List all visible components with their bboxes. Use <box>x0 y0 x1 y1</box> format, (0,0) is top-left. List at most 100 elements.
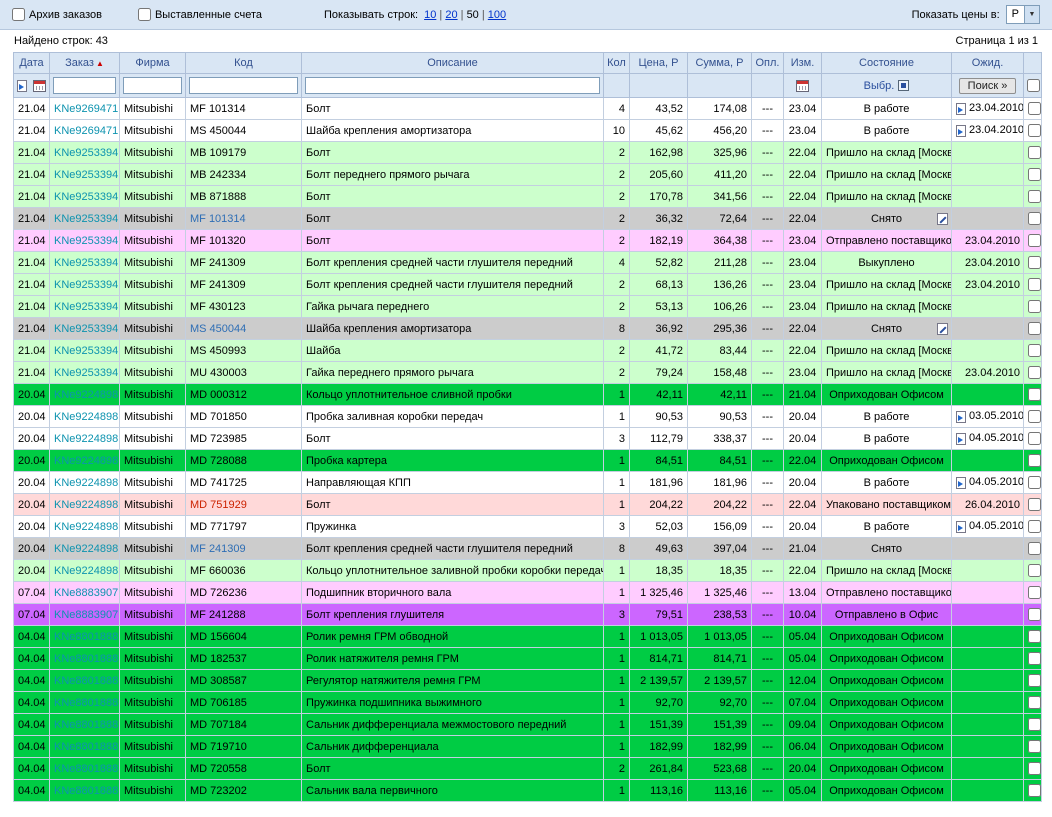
order-link[interactable]: KNe9253394 <box>54 323 118 335</box>
order-link[interactable]: KNe8801888 <box>54 631 118 643</box>
edit-icon[interactable] <box>937 323 948 335</box>
row-checkbox[interactable] <box>1028 212 1041 225</box>
mod-calendar-icon[interactable] <box>796 79 809 92</box>
row-checkbox[interactable] <box>1028 476 1041 489</box>
row-checkbox[interactable] <box>1028 498 1041 511</box>
row-checkbox[interactable] <box>1028 608 1041 621</box>
invoices-checkbox[interactable] <box>137 8 151 21</box>
order-link[interactable]: KNe9253394 <box>54 235 118 247</box>
col-header-sum[interactable]: Сумма, Р <box>687 52 752 74</box>
col-header-paid[interactable]: Опл. <box>751 52 784 74</box>
order-filter-input[interactable] <box>53 77 116 94</box>
order-link[interactable]: KNe9253394 <box>54 191 118 203</box>
row-checkbox[interactable] <box>1028 102 1041 115</box>
state-select-icon[interactable] <box>898 80 910 92</box>
row-checkbox[interactable] <box>1028 256 1041 269</box>
col-header-state[interactable]: Состояние <box>821 52 952 74</box>
col-header-date[interactable]: Дата <box>13 52 50 74</box>
row-checkbox[interactable] <box>1028 784 1041 797</box>
col-header-mod[interactable]: Изм. <box>783 52 822 74</box>
order-link[interactable]: KNe9224898 <box>54 433 118 445</box>
archive-orders-checkbox[interactable] <box>12 8 25 21</box>
row-checkbox[interactable] <box>1028 740 1041 753</box>
row-checkbox[interactable] <box>1028 344 1041 357</box>
order-link[interactable]: KNe8801888 <box>54 675 118 687</box>
row-checkbox[interactable] <box>1028 388 1041 401</box>
row-checkbox[interactable] <box>1028 366 1041 379</box>
row-checkbox[interactable] <box>1028 762 1041 775</box>
row-checkbox[interactable] <box>1028 322 1041 335</box>
edit-icon[interactable] <box>937 213 948 225</box>
row-checkbox[interactable] <box>1028 718 1041 731</box>
row-checkbox[interactable] <box>1028 564 1041 577</box>
order-link[interactable]: KNe8801888 <box>54 785 118 797</box>
order-link[interactable]: KNe9253394 <box>54 147 118 159</box>
row-checkbox[interactable] <box>1028 674 1041 687</box>
order-link[interactable]: KNe8801888 <box>54 697 118 709</box>
state-select-link[interactable]: Выбр. <box>864 80 895 92</box>
row-checkbox[interactable] <box>1028 652 1041 665</box>
row-checkbox[interactable] <box>1028 410 1041 423</box>
order-link[interactable]: KNe9253394 <box>54 257 118 269</box>
col-header-price[interactable]: Цена, Р <box>629 52 688 74</box>
code-link[interactable]: MF 241309 <box>190 543 246 555</box>
order-link[interactable]: KNe9224898 <box>54 389 118 401</box>
rows-per-page-option-10[interactable]: 10 <box>424 9 436 21</box>
row-checkbox[interactable] <box>1028 520 1041 533</box>
col-header-code[interactable]: Код <box>185 52 302 74</box>
row-checkbox[interactable] <box>1028 146 1041 159</box>
row-checkbox[interactable] <box>1028 696 1041 709</box>
order-link[interactable]: KNe9253394 <box>54 279 118 291</box>
select-all-checkbox[interactable] <box>1027 79 1040 92</box>
order-link[interactable]: KNe9253394 <box>54 169 118 181</box>
row-checkbox[interactable] <box>1028 586 1041 599</box>
row-checkbox[interactable] <box>1028 234 1041 247</box>
forward-doc-icon[interactable] <box>956 520 966 533</box>
order-link[interactable]: KNe9253394 <box>54 345 118 357</box>
order-link[interactable]: KNe9253394 <box>54 213 118 225</box>
order-link[interactable]: KNe8801888 <box>54 653 118 665</box>
code-filter-input[interactable] <box>189 77 298 94</box>
order-link[interactable]: KNe9269471 <box>54 125 118 137</box>
row-checkbox[interactable] <box>1028 630 1041 643</box>
order-link[interactable]: KNe8801888 <box>54 763 118 775</box>
forward-doc-icon[interactable] <box>956 476 966 489</box>
row-checkbox[interactable] <box>1028 278 1041 291</box>
order-link[interactable]: KNe9224898 <box>54 565 118 577</box>
order-link[interactable]: KNe8883907 <box>54 587 118 599</box>
code-link[interactable]: MF 101314 <box>190 213 246 225</box>
col-header-firm[interactable]: Фирма <box>119 52 186 74</box>
order-link[interactable]: KNe9224898 <box>54 543 118 555</box>
order-link[interactable]: KNe9269471 <box>54 103 118 115</box>
forward-doc-icon[interactable] <box>956 124 966 137</box>
forward-doc-icon[interactable] <box>956 102 966 115</box>
order-link[interactable]: KNe9253394 <box>54 301 118 313</box>
row-checkbox[interactable] <box>1028 454 1041 467</box>
col-header-wait[interactable]: Ожид. <box>951 52 1024 74</box>
row-checkbox[interactable] <box>1028 168 1041 181</box>
order-link[interactable]: KNe8801888 <box>54 741 118 753</box>
code-link[interactable]: MS 450044 <box>190 323 246 335</box>
search-button[interactable]: Поиск » <box>958 77 1017 94</box>
row-checkbox[interactable] <box>1028 542 1041 555</box>
export-list-icon[interactable] <box>17 79 27 92</box>
col-header-desc[interactable]: Описание <box>301 52 604 74</box>
archive-orders-checkbox-group[interactable]: Архив заказов <box>12 8 102 21</box>
invoices-checkbox-group[interactable]: Выставленные счета <box>137 8 262 21</box>
desc-filter-input[interactable] <box>305 77 600 94</box>
rows-per-page-option-100[interactable]: 100 <box>488 9 506 21</box>
order-link[interactable]: KNe9224898 <box>54 411 118 423</box>
forward-doc-icon[interactable] <box>956 410 966 423</box>
currency-select[interactable]: Р ▼ <box>1005 5 1040 24</box>
order-link[interactable]: KNe9253394 <box>54 367 118 379</box>
row-checkbox[interactable] <box>1028 190 1041 203</box>
row-checkbox[interactable] <box>1028 432 1041 445</box>
order-link[interactable]: KNe9224898 <box>54 477 118 489</box>
col-header-qty[interactable]: Кол <box>603 52 630 74</box>
date-calendar-icon[interactable] <box>33 79 46 92</box>
rows-per-page-option-20[interactable]: 20 <box>445 9 457 21</box>
order-link[interactable]: KNe9224898 <box>54 521 118 533</box>
order-link[interactable]: KNe8801888 <box>54 719 118 731</box>
row-checkbox[interactable] <box>1028 300 1041 313</box>
col-header-order[interactable]: Заказ ▲ <box>49 52 120 74</box>
